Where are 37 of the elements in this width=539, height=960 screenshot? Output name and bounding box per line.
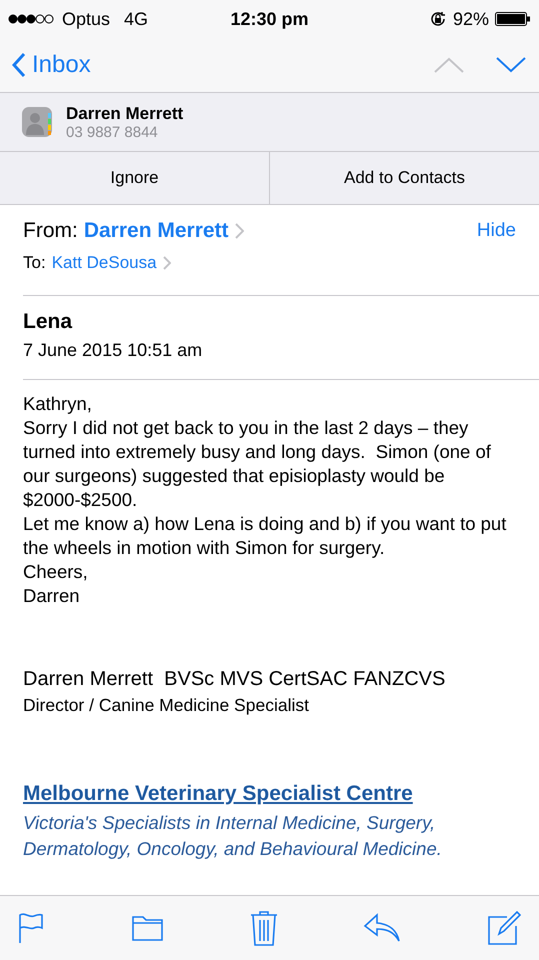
contact-action-button[interactable]: Add to Contacts [269,152,539,204]
signal-icon [8,14,54,24]
signature-tagline: Victoria's Specialists in Internal Medicine, Surgery, Dermatology, Oncology, and Behavioural Medicine. [23,811,443,861]
to-label: To: [23,253,46,273]
body-paragraph: Darren [23,584,81,608]
hide-link[interactable]: Hide [476,220,516,242]
battery-percentage: 92% [452,8,490,30]
folder-icon[interactable] [132,915,164,941]
sender-link[interactable]: Darren Merrett [84,219,229,243]
chevron-icon [162,256,171,270]
reply-icon[interactable] [363,913,402,943]
email-date: 7 June 2015 10:51 am [23,340,204,361]
battery-icon [495,12,532,26]
contact-name: Darren Merrett [66,104,184,124]
clock-time: 12:30 pm [230,8,309,30]
body-paragraph: Let me know a) how Lena is doing and b) if you want to put the wheels in motion with Simon for surgery. [23,512,508,560]
body-paragraph: Cheers, [23,560,89,584]
body-paragraph: Sorry I did not get back to you in the last 2 days – they turned into extremely busy and long days. Simon (one of our surgeons) suggested that episioplasty would be $2000-$2500. [23,416,492,512]
contacts-icon [22,107,52,137]
signature-role: Director / Canine Medicine Specialist [23,695,310,716]
contact-action-button[interactable]: Ignore [0,152,269,204]
trash-icon[interactable] [250,910,278,946]
contact-phone: 03 9887 8844 [66,124,159,140]
compose-icon[interactable] [487,911,521,945]
back-chevron-icon [12,52,26,78]
chevron-icon [234,223,244,239]
rotation-lock-icon [428,10,447,28]
signature-name: Darren Merrett BVSc MVS CertSAC FANZCVS [23,668,446,691]
from-label: From: [23,219,78,243]
website-link[interactable]: Melbourne Veterinary Specialist Centre [23,782,413,806]
body-paragraph: Kathryn, [23,392,93,416]
back-button[interactable]: Inbox [12,51,433,79]
flag-icon[interactable] [18,912,46,944]
recipient-link[interactable]: Katt DeSousa [52,253,157,273]
email-subject: Lena [23,310,74,334]
network-type: 4G [124,8,148,30]
carrier-name: Optus [62,8,110,30]
